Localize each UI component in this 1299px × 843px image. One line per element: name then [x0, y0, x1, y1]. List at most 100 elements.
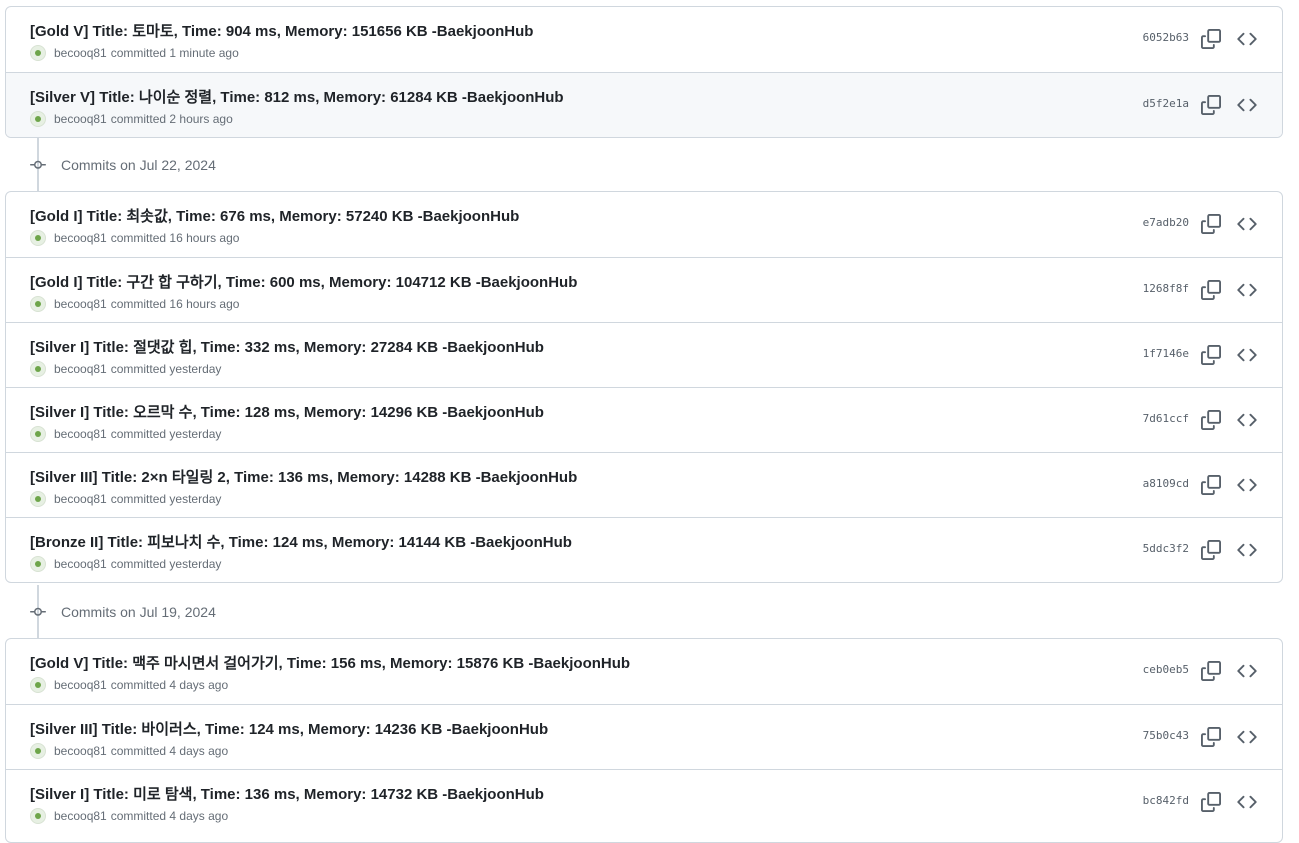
commit-sha[interactable]: 5ddc3f2 [1143, 542, 1189, 555]
commit-sha[interactable]: 6052b63 [1143, 31, 1189, 44]
commit-sha[interactable]: d5f2e1a [1143, 97, 1189, 110]
commit-group-header: Commits on Jul 19, 2024 [0, 600, 600, 624]
commit-title-link[interactable]: [Gold I] Title: 최솟값, Time: 676 ms, Memor… [30, 205, 519, 226]
commit-author[interactable]: becooq81 [54, 112, 107, 126]
commit-row: [Gold V] Title: 토마토, Time: 904 ms, Memor… [6, 7, 1282, 72]
commit-group-header: Commits on Jul 22, 2024 [0, 153, 600, 177]
commit-title-link[interactable]: [Gold V] Title: 토마토, Time: 904 ms, Memor… [30, 20, 533, 41]
avatar[interactable] [30, 556, 46, 572]
avatar[interactable] [30, 808, 46, 824]
copy-icon[interactable] [1201, 280, 1221, 300]
avatar[interactable] [30, 230, 46, 246]
commit-sha[interactable]: 75b0c43 [1143, 729, 1189, 742]
commit-title-link[interactable]: [Gold I] Title: 구간 합 구하기, Time: 600 ms, … [30, 271, 577, 292]
copy-icon[interactable] [1201, 29, 1221, 49]
commit-title-link[interactable]: [Silver V] Title: 나이순 정렬, Time: 812 ms, … [30, 86, 564, 107]
commit-author[interactable]: becooq81 [54, 744, 107, 758]
commit-author[interactable]: becooq81 [54, 231, 107, 245]
copy-icon[interactable] [1201, 475, 1221, 495]
commit-row: [Silver I] Title: 미로 탐색, Time: 136 ms, M… [6, 769, 1282, 834]
commit-time: committed 4 days ago [110, 809, 229, 823]
commit-time: committed 16 hours ago [110, 297, 240, 311]
commit-sha[interactable]: ceb0eb5 [1143, 663, 1189, 676]
avatar[interactable] [30, 491, 46, 507]
commit-group-box: [Gold V] Title: 토마토, Time: 904 ms, Memor… [5, 6, 1283, 138]
commit-sha[interactable]: 1f7146e [1143, 347, 1189, 360]
code-icon[interactable] [1237, 540, 1257, 560]
commit-sha[interactable]: a8109cd [1143, 477, 1189, 490]
commit-group-box: [Gold I] Title: 최솟값, Time: 676 ms, Memor… [5, 191, 1283, 583]
commit-sha[interactable]: 1268f8f [1143, 282, 1189, 295]
commit-meta: becooq81 committed 1 minute ago [30, 45, 239, 61]
avatar[interactable] [30, 296, 46, 312]
commit-meta: becooq81 committed 4 days ago [30, 808, 228, 824]
code-icon[interactable] [1237, 280, 1257, 300]
commit-author[interactable]: becooq81 [54, 427, 107, 441]
commit-row: [Silver III] Title: 2×n 타일링 2, Time: 136… [6, 452, 1282, 517]
copy-icon[interactable] [1201, 540, 1221, 560]
commit-title-link[interactable]: [Gold V] Title: 맥주 마시면서 걸어가기, Time: 156 … [30, 652, 630, 673]
commit-author[interactable]: becooq81 [54, 678, 107, 692]
commit-sha[interactable]: 7d61ccf [1143, 412, 1189, 425]
commit-meta: becooq81 committed 2 hours ago [30, 111, 233, 127]
group-date-label: Commits on Jul 22, 2024 [61, 157, 216, 173]
commit-title-link[interactable]: [Silver I] Title: 절댓값 힙, Time: 332 ms, M… [30, 336, 544, 357]
commit-sha[interactable]: bc842fd [1143, 794, 1189, 807]
commit-author[interactable]: becooq81 [54, 557, 107, 571]
avatar[interactable] [30, 111, 46, 127]
copy-icon[interactable] [1201, 792, 1221, 812]
commit-author[interactable]: becooq81 [54, 492, 107, 506]
code-icon[interactable] [1237, 29, 1257, 49]
commit-row: [Silver V] Title: 나이순 정렬, Time: 812 ms, … [6, 72, 1282, 137]
commit-meta: becooq81 committed 4 days ago [30, 743, 228, 759]
commit-time: committed yesterday [110, 492, 222, 506]
commit-row: [Bronze II] Title: 피보나치 수, Time: 124 ms,… [6, 517, 1282, 582]
code-icon[interactable] [1237, 410, 1257, 430]
copy-icon[interactable] [1201, 661, 1221, 681]
commit-row: [Gold V] Title: 맥주 마시면서 걸어가기, Time: 156 … [6, 639, 1282, 704]
commit-author[interactable]: becooq81 [54, 46, 107, 60]
avatar[interactable] [30, 743, 46, 759]
commit-title-link[interactable]: [Bronze II] Title: 피보나치 수, Time: 124 ms,… [30, 531, 572, 552]
commit-meta: becooq81 committed 4 days ago [30, 677, 228, 693]
avatar[interactable] [30, 361, 46, 377]
commit-meta: becooq81 committed yesterday [30, 556, 221, 572]
commit-sha[interactable]: e7adb20 [1143, 216, 1189, 229]
commit-title-link[interactable]: [Silver I] Title: 미로 탐색, Time: 136 ms, M… [30, 783, 544, 804]
copy-icon[interactable] [1201, 345, 1221, 365]
commit-row: [Silver III] Title: 바이러스, Time: 124 ms, … [6, 704, 1282, 769]
commit-title-link[interactable]: [Silver III] Title: 2×n 타일링 2, Time: 136… [30, 466, 577, 487]
commit-group-box: [Gold V] Title: 맥주 마시면서 걸어가기, Time: 156 … [5, 638, 1283, 843]
avatar[interactable] [30, 677, 46, 693]
avatar[interactable] [30, 426, 46, 442]
copy-icon[interactable] [1201, 214, 1221, 234]
commit-row: [Gold I] Title: 최솟값, Time: 676 ms, Memor… [6, 192, 1282, 257]
copy-icon[interactable] [1201, 410, 1221, 430]
commit-author[interactable]: becooq81 [54, 297, 107, 311]
code-icon[interactable] [1237, 661, 1257, 681]
copy-icon[interactable] [1201, 727, 1221, 747]
group-date-label: Commits on Jul 19, 2024 [61, 604, 216, 620]
code-icon[interactable] [1237, 727, 1257, 747]
avatar[interactable] [30, 45, 46, 61]
commit-meta: becooq81 committed yesterday [30, 426, 221, 442]
commit-meta: becooq81 committed yesterday [30, 361, 221, 377]
code-icon[interactable] [1237, 475, 1257, 495]
copy-icon[interactable] [1201, 95, 1221, 115]
git-commit-icon [30, 157, 46, 173]
commit-title-link[interactable]: [Silver III] Title: 바이러스, Time: 124 ms, … [30, 718, 548, 739]
code-icon[interactable] [1237, 95, 1257, 115]
commit-author[interactable]: becooq81 [54, 362, 107, 376]
commit-time: committed 4 days ago [110, 744, 229, 758]
commit-title-link[interactable]: [Silver I] Title: 오르막 수, Time: 128 ms, M… [30, 401, 544, 422]
commit-meta: becooq81 committed yesterday [30, 491, 221, 507]
git-commit-icon [30, 604, 46, 620]
code-icon[interactable] [1237, 214, 1257, 234]
commit-row: [Silver I] Title: 절댓값 힙, Time: 332 ms, M… [6, 322, 1282, 387]
code-icon[interactable] [1237, 792, 1257, 812]
commit-meta: becooq81 committed 16 hours ago [30, 296, 239, 312]
code-icon[interactable] [1237, 345, 1257, 365]
commit-row: [Gold I] Title: 구간 합 구하기, Time: 600 ms, … [6, 257, 1282, 322]
commit-time: committed yesterday [110, 557, 222, 571]
commit-author[interactable]: becooq81 [54, 809, 107, 823]
